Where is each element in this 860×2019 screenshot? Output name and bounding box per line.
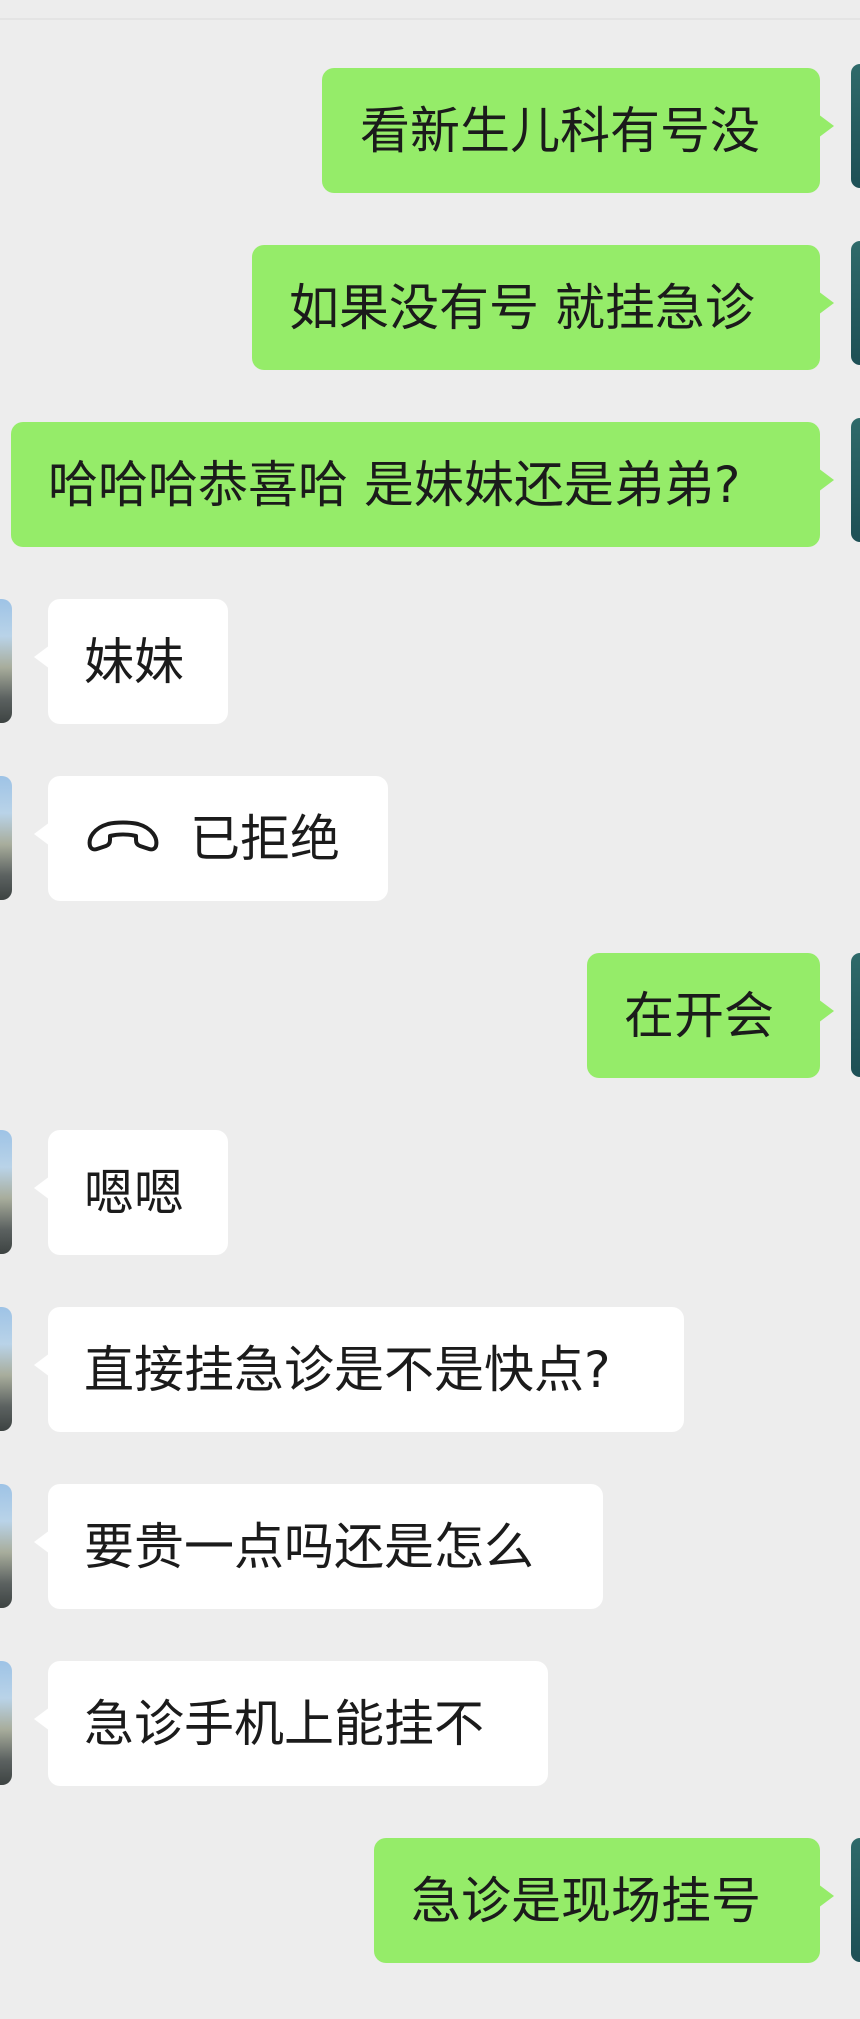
message-text: 嗯嗯 [84,1164,184,1222]
message-text: 看新生儿科有号没 [360,102,760,160]
received-message-bubble[interactable]: 要贵一点吗还是怎么 [34,1484,603,1609]
contact-avatar[interactable] [0,1484,12,1608]
sent-message-bubble[interactable]: 急诊是现场挂号 [374,1838,834,1963]
message-text: 如果没有号 就挂急诊 [289,279,755,337]
received-message-bubble[interactable]: 直接挂急诊是不是快点? [34,1307,684,1432]
sent-message-bubble[interactable]: 如果没有号 就挂急诊 [252,245,834,370]
contact-avatar[interactable] [0,1130,12,1254]
message-text: 妹妹 [84,633,184,691]
message-text: 急诊是现场挂号 [411,1872,761,1930]
my-avatar[interactable] [851,64,860,188]
top-divider [0,18,860,20]
contact-avatar[interactable] [0,1307,12,1431]
contact-avatar[interactable] [0,1661,12,1785]
message-text: 直接挂急诊是不是快点? [84,1341,611,1399]
sent-message-bubble[interactable]: 哈哈哈恭喜哈 是妹妹还是弟弟? [11,422,834,547]
declined-call-icon [84,808,162,870]
my-avatar[interactable] [851,1838,860,1962]
chat-window: 看新生儿科有号没 如果没有号 就挂急诊 哈哈哈恭喜哈 是妹妹还是弟弟? 妹妹 已… [0,0,860,2019]
call-declined-bubble[interactable]: 已拒绝 [34,776,388,901]
received-message-bubble[interactable]: 嗯嗯 [34,1130,228,1255]
my-avatar[interactable] [851,418,860,542]
call-status-text: 已拒绝 [190,810,340,868]
message-text: 哈哈哈恭喜哈 是妹妹还是弟弟? [48,456,741,514]
contact-avatar[interactable] [0,776,12,900]
my-avatar[interactable] [851,953,860,1077]
received-message-bubble[interactable]: 急诊手机上能挂不 [34,1661,548,1786]
my-avatar[interactable] [851,241,860,365]
received-message-bubble[interactable]: 妹妹 [34,599,228,724]
message-text: 要贵一点吗还是怎么 [84,1518,534,1576]
message-text: 在开会 [624,987,774,1045]
sent-message-bubble[interactable]: 在开会 [587,953,834,1078]
sent-message-bubble[interactable]: 看新生儿科有号没 [322,68,834,193]
contact-avatar[interactable] [0,599,12,723]
message-text: 急诊手机上能挂不 [84,1695,484,1753]
